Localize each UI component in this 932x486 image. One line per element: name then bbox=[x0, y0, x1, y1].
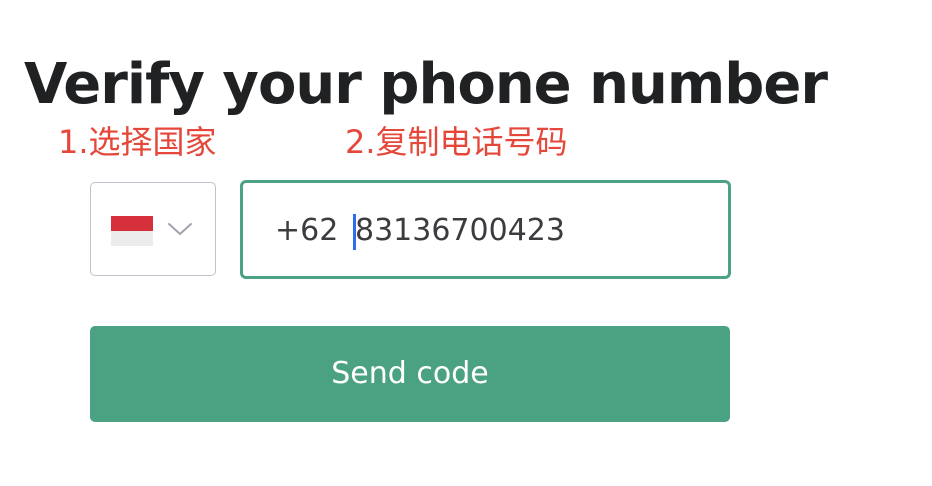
country-code-prefix: +62 bbox=[275, 213, 339, 248]
phone-number-input[interactable]: +62 83136700423 bbox=[240, 180, 731, 279]
annotation-select-country: 1.选择国家 bbox=[58, 123, 217, 161]
chevron-down-icon bbox=[168, 223, 192, 235]
phone-number-value[interactable]: 83136700423 bbox=[355, 213, 565, 249]
page-title: Verify your phone number bbox=[24, 52, 828, 117]
send-code-button[interactable]: Send code bbox=[90, 326, 730, 422]
verify-phone-page: Verify your phone number 1.选择国家 2.复制电话号码… bbox=[0, 0, 932, 486]
annotation-copy-phone: 2.复制电话号码 bbox=[345, 123, 568, 161]
indonesia-flag-icon bbox=[111, 216, 153, 246]
country-select[interactable] bbox=[90, 182, 216, 276]
